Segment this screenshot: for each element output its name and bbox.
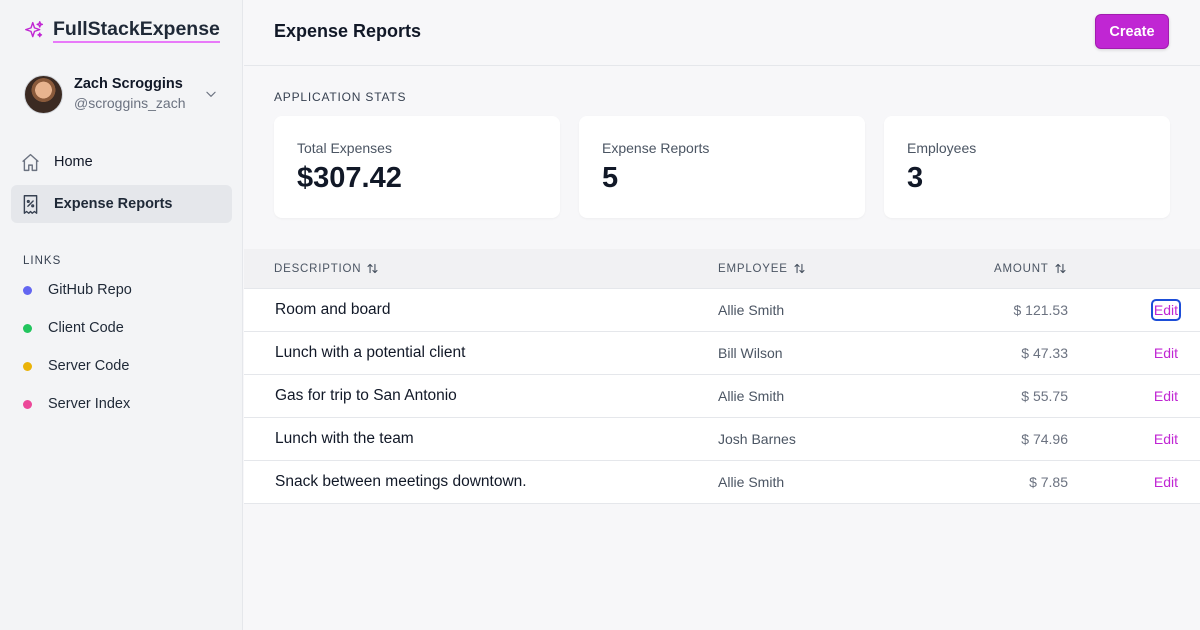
cell-amount: $ 47.33: [1021, 345, 1068, 361]
link-label: Server Code: [48, 358, 130, 374]
table-row: Snack between meetings downtown. Allie S…: [244, 461, 1200, 504]
column-label: DESCRIPTION: [274, 262, 362, 275]
column-header-description[interactable]: DESCRIPTION: [274, 262, 379, 275]
user-handle: @scroggins_zach: [74, 95, 186, 111]
sparkles-icon: [25, 21, 44, 38]
stat-value: 3: [907, 162, 924, 194]
brand[interactable]: FullStackExpense: [24, 18, 220, 43]
column-label: AMOUNT: [994, 262, 1049, 275]
link-dot-icon: [23, 323, 32, 333]
stat-card-employees: Employees 3: [884, 116, 1170, 218]
table-row: Lunch with a potential client Bill Wilso…: [244, 332, 1200, 375]
link-dot-icon: [23, 285, 32, 295]
chevron-down-icon[interactable]: [204, 87, 218, 101]
link-server-index[interactable]: Server Index: [23, 396, 130, 412]
edit-link[interactable]: Edit: [1154, 431, 1178, 447]
cell-amount: $ 74.96: [1021, 431, 1068, 447]
main-content: Expense Reports Create APPLICATION STATS…: [244, 0, 1200, 630]
sidebar-item-expense-reports[interactable]: Expense Reports: [11, 185, 232, 223]
sidebar-item-label: Home: [54, 154, 93, 170]
page-title: Expense Reports: [274, 21, 422, 41]
cell-employee: Allie Smith: [718, 302, 785, 318]
link-label: GitHub Repo: [48, 282, 132, 298]
cell-amount: $ 55.75: [1021, 388, 1068, 404]
home-icon: [22, 153, 39, 171]
column-header-employee[interactable]: EMPLOYEE: [718, 262, 806, 275]
table-row: Gas for trip to San Antonio Allie Smith …: [244, 375, 1200, 418]
sort-icon: [1055, 263, 1066, 274]
avatar: [24, 74, 63, 114]
cell-employee: Allie Smith: [718, 474, 785, 490]
create-button[interactable]: Create: [1095, 14, 1169, 49]
stat-value: $307.42: [297, 162, 402, 194]
link-label: Server Index: [48, 396, 131, 412]
cell-description: Lunch with the team: [275, 430, 414, 447]
brand-name: FullStackExpense: [53, 18, 220, 43]
cell-amount: $ 7.85: [1029, 474, 1068, 490]
edit-link[interactable]: Edit: [1150, 299, 1182, 321]
link-dot-icon: [23, 361, 32, 371]
cell-employee: Josh Barnes: [718, 431, 796, 447]
table-row: Lunch with the team Josh Barnes $ 74.96 …: [244, 418, 1200, 461]
page-header: Expense Reports Create: [244, 0, 1200, 66]
sort-icon: [367, 263, 378, 274]
table-row: Room and board Allie Smith $ 121.53 Edit: [244, 289, 1200, 332]
receipt-icon: [23, 194, 38, 214]
stat-label: Employees: [907, 140, 977, 156]
cell-description: Lunch with a potential client: [275, 344, 466, 361]
user-name: Zach Scroggins: [74, 76, 183, 92]
link-dot-icon: [23, 399, 32, 409]
link-label: Client Code: [48, 320, 124, 336]
table-header: DESCRIPTION EMPLOYEE AMOUNT: [244, 249, 1200, 289]
cell-amount: $ 121.53: [1013, 302, 1069, 318]
stat-card-total-expenses: Total Expenses $307.42: [274, 116, 560, 218]
link-client-code[interactable]: Client Code: [23, 320, 124, 336]
stat-value: 5: [602, 162, 619, 194]
sidebar-item-label: Expense Reports: [54, 196, 173, 212]
column-header-amount[interactable]: AMOUNT: [994, 262, 1067, 275]
cell-employee: Bill Wilson: [718, 345, 783, 361]
edit-link[interactable]: Edit: [1154, 388, 1178, 404]
link-server-code[interactable]: Server Code: [23, 358, 129, 374]
user-menu[interactable]: Zach Scroggins @scroggins_zach: [24, 74, 224, 114]
cell-employee: Allie Smith: [718, 388, 785, 404]
sidebar: FullStackExpense Zach Scroggins @scroggi…: [0, 0, 243, 630]
cell-description: Room and board: [275, 301, 391, 318]
cell-description: Snack between meetings downtown.: [275, 473, 527, 490]
expense-table: DESCRIPTION EMPLOYEE AMOUNT Room and boa…: [244, 249, 1200, 504]
sort-icon: [794, 263, 805, 274]
stat-label: Total Expenses: [297, 140, 392, 156]
edit-link[interactable]: Edit: [1154, 474, 1178, 490]
link-github-repo[interactable]: GitHub Repo: [23, 282, 132, 298]
stat-card-expense-reports: Expense Reports 5: [579, 116, 865, 218]
cell-description: Gas for trip to San Antonio: [275, 387, 457, 404]
edit-link[interactable]: Edit: [1154, 345, 1178, 361]
sidebar-item-home[interactable]: Home: [11, 143, 232, 181]
stats-heading: APPLICATION STATS: [274, 90, 407, 104]
links-heading: LINKS: [23, 255, 62, 267]
stat-label: Expense Reports: [602, 140, 710, 156]
column-label: EMPLOYEE: [718, 262, 788, 275]
